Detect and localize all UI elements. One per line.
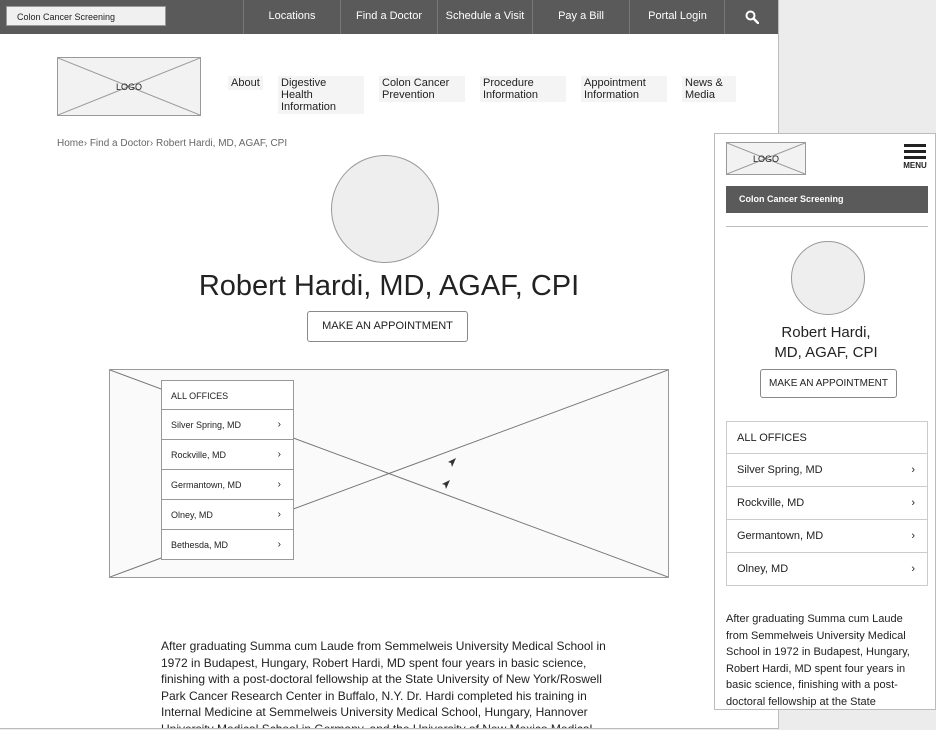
chevron-right-icon: ›	[277, 479, 281, 490]
menu-label: MENU	[903, 161, 927, 170]
nav-label-line2: Information	[281, 101, 337, 113]
office-silver-spring[interactable]: Silver Spring, MD ›	[161, 410, 294, 440]
nav-label-line2: Information	[483, 89, 539, 101]
doctor-photo	[331, 155, 439, 263]
office-rockville[interactable]: Rockville, MD ›	[161, 440, 294, 470]
name-line1: Robert Hardi,	[781, 324, 871, 341]
office-germantown[interactable]: Germantown, MD ›	[161, 470, 294, 500]
nav-procedure-information[interactable]: Procedure Information	[480, 76, 566, 102]
office-label: Silver Spring, MD	[171, 420, 242, 430]
office-label: Silver Spring, MD	[737, 464, 823, 476]
office-rockville[interactable]: Rockville, MD ›	[726, 487, 928, 520]
office-label: Rockville, MD	[737, 497, 805, 509]
breadcrumb-find-doctor[interactable]: Find a Doctor	[90, 138, 150, 149]
menu-button[interactable]: MENU	[900, 142, 930, 176]
search-icon	[745, 10, 759, 24]
office-bethesda[interactable]: Bethesda, MD ›	[161, 530, 294, 560]
breadcrumb: Home› Find a Doctor› Robert Hardi, MD, A…	[57, 138, 287, 149]
chevron-right-icon: ›	[911, 497, 915, 509]
map-marker-icon[interactable]	[440, 479, 452, 491]
mobile-doctor-photo	[791, 241, 865, 315]
logo-label: LOGO	[752, 153, 779, 164]
office-all[interactable]: ALL OFFICES	[161, 380, 294, 410]
nav-label-line2: Prevention	[382, 89, 435, 101]
chevron-right-icon: ›	[277, 539, 281, 550]
chevron-right-icon: ›	[277, 449, 281, 460]
mobile-wireframe: LOGO MENU Colon Cancer Screening Robert …	[714, 133, 936, 710]
breadcrumb-home[interactable]: Home	[57, 138, 84, 149]
nav-label-line2: Information	[584, 89, 640, 101]
office-label: Olney, MD	[737, 563, 789, 575]
mobile-office-list: ALL OFFICES Silver Spring, MD › Rockville…	[726, 421, 928, 586]
nav-label-line1: Appointment	[584, 77, 646, 89]
office-label: ALL OFFICES	[737, 432, 807, 444]
office-list: ALL OFFICES Silver Spring, MD › Rockville…	[161, 380, 294, 560]
breadcrumb-current: Robert Hardi, MD, AGAF, CPI	[155, 138, 288, 149]
mobile-logo[interactable]: LOGO	[726, 142, 806, 175]
divider	[726, 226, 928, 227]
search-button[interactable]	[724, 0, 778, 34]
nav-about-label: About	[231, 77, 260, 89]
mobile-doctor-name: Robert Hardi, MD, AGAF, CPI	[715, 323, 935, 363]
office-label: Bethesda, MD	[171, 540, 229, 550]
chevron-right-icon: ›	[911, 464, 915, 476]
chevron-right-icon: ›	[911, 530, 915, 542]
top-utility-bar: Colon Cancer Screening Locations Find a …	[0, 0, 778, 34]
office-label: Olney, MD	[171, 510, 213, 520]
office-germantown[interactable]: Germantown, MD ›	[726, 520, 928, 553]
site-selector[interactable]: Colon Cancer Screening	[6, 6, 166, 26]
office-label: Germantown, MD	[171, 480, 242, 490]
logo-label: LOGO	[115, 81, 142, 92]
doctor-bio: After graduating Summa cum Laude from Se…	[161, 639, 606, 729]
chevron-right-icon: ›	[277, 509, 281, 520]
office-all[interactable]: ALL OFFICES	[726, 421, 928, 454]
nav-label-line1: Procedure	[483, 77, 534, 89]
office-label: Germantown, MD	[737, 530, 824, 542]
office-silver-spring[interactable]: Silver Spring, MD ›	[726, 454, 928, 487]
hamburger-icon	[900, 144, 930, 159]
breadcrumb-separator: ›	[149, 138, 154, 149]
office-olney[interactable]: Olney, MD ›	[726, 553, 928, 586]
mobile-make-appointment-button[interactable]: MAKE AN APPOINTMENT	[760, 369, 897, 398]
chevron-right-icon: ›	[911, 563, 915, 575]
mobile-doctor-bio: After graduating Summa cum Laude from Se…	[726, 613, 910, 708]
office-label: Rockville, MD	[171, 450, 227, 460]
nav-label-line1: Digestive Health	[281, 77, 327, 101]
office-label: ALL OFFICES	[171, 391, 229, 401]
logo[interactable]: LOGO	[57, 57, 201, 116]
top-link-portal-login[interactable]: Portal Login	[629, 0, 725, 34]
mobile-site-band[interactable]: Colon Cancer Screening	[726, 186, 928, 213]
office-olney[interactable]: Olney, MD ›	[161, 500, 294, 530]
nav-colon-cancer-prevention[interactable]: Colon Cancer Prevention	[379, 76, 465, 102]
breadcrumb-separator: ›	[83, 138, 88, 149]
name-line2: MD, AGAF, CPI	[774, 344, 878, 361]
desktop-wireframe: Colon Cancer Screening Locations Find a …	[0, 0, 779, 729]
top-link-schedule-visit[interactable]: Schedule a Visit	[437, 0, 532, 34]
nav-label-line2: Media	[685, 89, 715, 101]
map-marker-icon[interactable]	[446, 457, 458, 469]
top-link-locations[interactable]: Locations	[243, 0, 340, 34]
top-link-find-doctor[interactable]: Find a Doctor	[340, 0, 437, 34]
nav-digestive-health[interactable]: Digestive Health Information	[278, 76, 364, 114]
make-appointment-button[interactable]: MAKE AN APPOINTMENT	[307, 311, 468, 342]
nav-label-line1: Colon Cancer	[382, 77, 450, 89]
nav-about[interactable]: About	[228, 76, 263, 90]
top-link-pay-bill[interactable]: Pay a Bill	[532, 0, 629, 34]
nav-appointment-information[interactable]: Appointment Information	[581, 76, 667, 102]
nav-news-media[interactable]: News & Media	[682, 76, 736, 102]
doctor-name: Robert Hardi, MD, AGAF, CPI	[198, 270, 580, 302]
nav-label-line1: News &	[685, 77, 723, 89]
chevron-right-icon: ›	[277, 419, 281, 430]
